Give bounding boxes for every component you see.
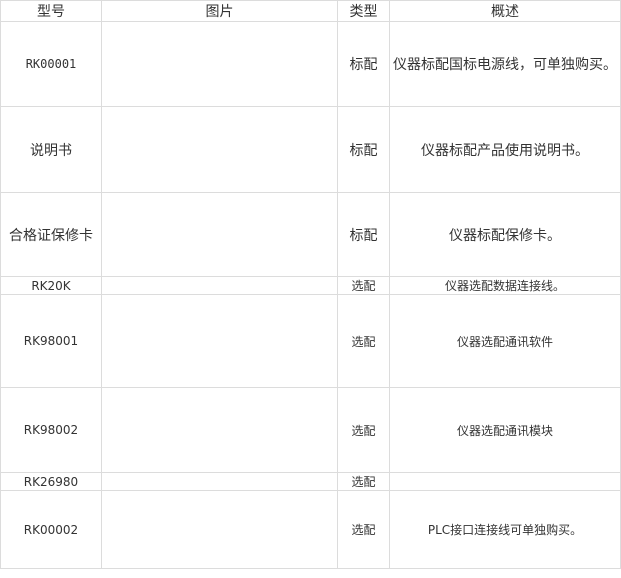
image-cell: [101, 490, 338, 569]
desc-cell: 仪器标配保修卡。: [389, 192, 621, 277]
desc-cell: 仪器标配产品使用说明书。: [389, 106, 621, 193]
type-cell: 选配: [337, 472, 390, 491]
desc-cell: 仪器选配数据连接线。: [389, 276, 621, 295]
type-cell: 选配: [337, 294, 390, 388]
model-cell: RK98002: [0, 387, 102, 473]
type-cell: 标配: [337, 192, 390, 277]
header-image: 图片: [101, 0, 338, 22]
table-row: RK26980 选配: [0, 472, 621, 491]
image-cell: [101, 21, 338, 107]
type-cell: 标配: [337, 21, 390, 107]
model-cell: RK00001: [0, 21, 102, 107]
model-cell: RK20K: [0, 276, 102, 295]
type-cell: 标配: [337, 106, 390, 193]
header-row: 型号 图片 类型 概述: [0, 0, 621, 22]
table-row: RK20K 选配 仪器选配数据连接线。: [0, 276, 621, 295]
accessories-table: 型号 图片 类型 概述 RK00001 标配 仪器标配国标电源线，可单独购买。 …: [0, 0, 621, 569]
type-cell: 选配: [337, 490, 390, 569]
table-header: 型号 图片 类型 概述: [0, 0, 621, 22]
type-cell: 选配: [337, 387, 390, 473]
model-cell: 说明书: [0, 106, 102, 193]
image-cell: [101, 294, 338, 388]
model-cell: 合格证保修卡: [0, 192, 102, 277]
image-cell: [101, 192, 338, 277]
image-cell: [101, 472, 338, 491]
header-desc: 概述: [389, 0, 621, 22]
model-cell: RK00002: [0, 490, 102, 569]
image-cell: [101, 276, 338, 295]
header-type: 类型: [337, 0, 390, 22]
desc-cell: PLC接口连接线可单独购买。: [389, 490, 621, 569]
table-row: RK00002 选配 PLC接口连接线可单独购买。: [0, 490, 621, 569]
desc-cell: 仪器标配国标电源线，可单独购买。: [389, 21, 621, 107]
model-cell: RK26980: [0, 472, 102, 491]
table-row: 合格证保修卡 标配 仪器标配保修卡。: [0, 192, 621, 277]
image-cell: [101, 106, 338, 193]
table-row: RK00001 标配 仪器标配国标电源线，可单独购买。: [0, 21, 621, 107]
table-row: RK98002 选配 仪器选配通讯模块: [0, 387, 621, 473]
image-cell: [101, 387, 338, 473]
desc-cell: 仪器选配通讯软件: [389, 294, 621, 388]
table-body: RK00001 标配 仪器标配国标电源线，可单独购买。 说明书 标配 仪器标配产…: [0, 21, 621, 569]
table-row: 说明书 标配 仪器标配产品使用说明书。: [0, 106, 621, 193]
desc-cell: 仪器选配通讯模块: [389, 387, 621, 473]
header-model: 型号: [0, 0, 102, 22]
desc-cell: [389, 472, 621, 491]
type-cell: 选配: [337, 276, 390, 295]
table-row: RK98001 选配 仪器选配通讯软件: [0, 294, 621, 388]
model-cell: RK98001: [0, 294, 102, 388]
